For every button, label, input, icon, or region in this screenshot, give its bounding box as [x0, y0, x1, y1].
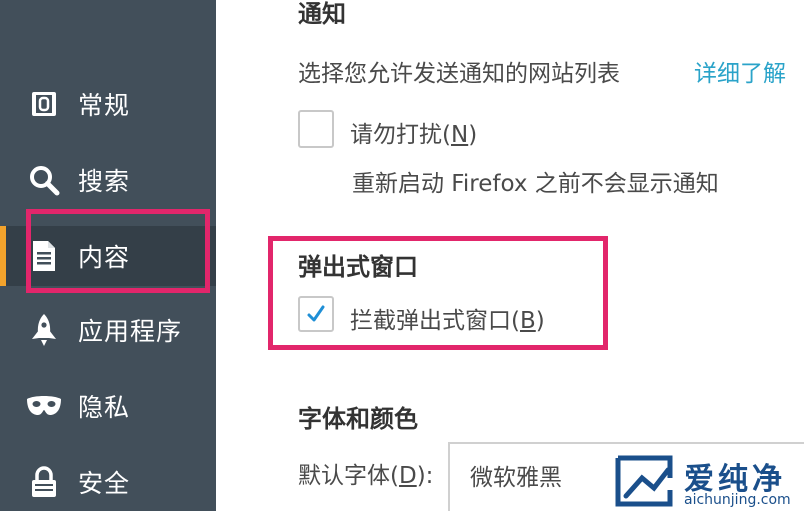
active-indicator: [0, 226, 6, 286]
font-label-prefix: 默认字体(: [298, 463, 399, 489]
restart-note: 重新启动 Firefox 之前不会显示通知: [352, 171, 719, 197]
general-icon: [26, 86, 62, 122]
document-icon: [26, 238, 62, 274]
sidebar-item-privacy[interactable]: 隐私: [0, 376, 216, 436]
sidebar-item-label: 应用程序: [78, 317, 183, 346]
block-label-suffix: ): [535, 308, 545, 334]
sidebar-item-label: 安全: [78, 469, 131, 498]
dnd-accesskey: N: [450, 122, 469, 148]
block-accesskey: B: [519, 308, 536, 334]
sidebar: 常规 搜索 内容 应用程序 隐私 安全: [0, 0, 216, 511]
sidebar-item-label: 隐私: [78, 393, 131, 422]
sidebar-item-label: 内容: [78, 243, 131, 272]
font-label-suffix: ):: [416, 463, 434, 489]
font-accesskey: D: [398, 463, 417, 489]
content-pane: 通知 选择您允许发送通知的网站列表 详细了解 请勿打扰(N) 重新启动 Fire…: [216, 0, 804, 511]
block-popups-checkbox[interactable]: [298, 296, 334, 332]
checkmark-icon: [300, 298, 332, 330]
sidebar-item-security[interactable]: 安全: [0, 452, 216, 511]
sidebar-item-general[interactable]: 常规: [0, 74, 216, 134]
sidebar-item-search[interactable]: 搜索: [0, 150, 216, 210]
dnd-label-prefix: 请勿打扰(: [350, 122, 451, 148]
lock-icon: [26, 464, 62, 500]
fonts-heading: 字体和颜色: [298, 405, 418, 433]
sidebar-item-label: 常规: [78, 91, 131, 120]
block-popups-label[interactable]: 拦截弹出式窗口(B): [350, 301, 545, 335]
dnd-label-suffix: ): [468, 122, 478, 148]
notifications-description: 选择您允许发送通知的网站列表: [298, 61, 620, 87]
learn-more-link[interactable]: 详细了解: [694, 54, 786, 88]
default-font-label: 默认字体(D):: [298, 456, 433, 490]
popups-heading: 弹出式窗口: [298, 253, 418, 281]
watermark: 爱纯净 aichunjing.com: [612, 452, 804, 511]
sidebar-item-applications[interactable]: 应用程序: [0, 300, 216, 360]
sidebar-item-label: 搜索: [78, 167, 131, 196]
block-label-prefix: 拦截弹出式窗口(: [350, 308, 520, 334]
watermark-url: aichunjing.com: [684, 492, 791, 508]
sidebar-item-content[interactable]: 内容: [0, 226, 216, 286]
search-icon: [26, 162, 62, 198]
do-not-disturb-label[interactable]: 请勿打扰(N): [350, 115, 477, 149]
default-font-value: 微软雅黑: [470, 465, 562, 491]
rocket-icon: [26, 312, 62, 348]
notifications-heading: 通知: [298, 0, 346, 28]
mask-icon: [26, 388, 62, 424]
do-not-disturb-checkbox[interactable]: [298, 110, 334, 148]
